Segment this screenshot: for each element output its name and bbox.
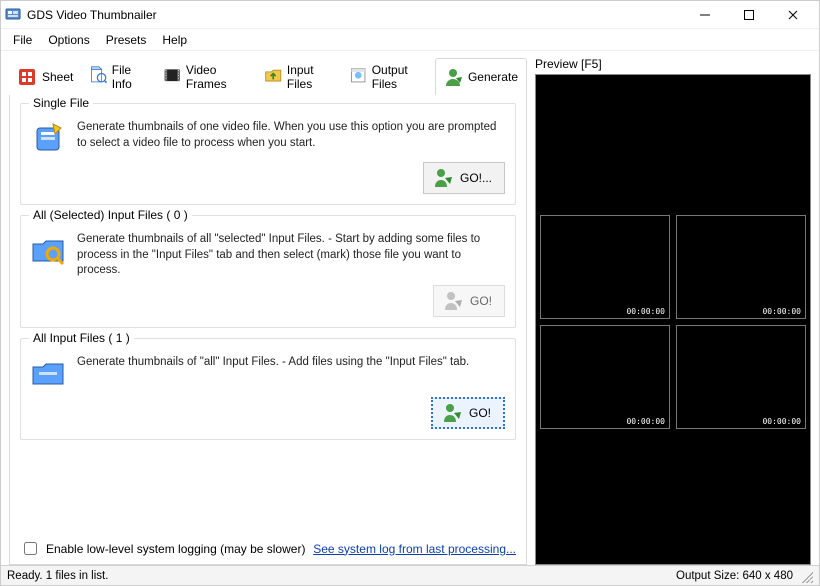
all-files-icon	[31, 355, 67, 391]
window-title: GDS Video Thumbnailer	[27, 8, 157, 22]
tab-file-info[interactable]: File Info	[82, 58, 156, 95]
preview-thumb: 00:00:00	[540, 325, 670, 429]
group-selected-files: All (Selected) Input Files ( 0 ) Generat…	[20, 215, 516, 328]
thumb-timestamp: 00:00:00	[626, 307, 665, 316]
preview-thumb: 00:00:00	[676, 325, 806, 429]
go-single-button[interactable]: GO!...	[423, 162, 505, 194]
tab-input-files-label: Input Files	[287, 63, 333, 91]
minimize-button[interactable]	[683, 1, 727, 29]
tab-sheet-label: Sheet	[42, 70, 73, 84]
single-file-icon	[31, 120, 67, 156]
menu-presets[interactable]: Presets	[98, 31, 155, 49]
thumb-timestamp: 00:00:00	[762, 307, 801, 316]
enable-logging-input[interactable]	[24, 542, 37, 555]
menubar: File Options Presets Help	[1, 29, 819, 51]
group-single-file-title: Single File	[29, 96, 93, 110]
tab-generate-label: Generate	[468, 70, 518, 84]
menu-file[interactable]: File	[5, 31, 40, 49]
tab-input-files[interactable]: Input Files	[257, 58, 342, 95]
status-left: Ready. 1 files in list.	[7, 570, 676, 582]
go-all-label: GO!	[469, 406, 491, 420]
group-all-files: All Input Files ( 1 ) Generate thumbnail…	[20, 338, 516, 440]
input-files-icon	[264, 66, 282, 88]
preview-thumb: 00:00:00	[676, 215, 806, 319]
tab-video-frames-label: Video Frames	[186, 63, 249, 91]
titlebar: GDS Video Thumbnailer	[1, 1, 819, 29]
run-icon	[432, 167, 454, 189]
enable-logging-label: Enable low-level system logging (may be …	[46, 542, 305, 556]
single-file-desc: Generate thumbnails of one video file. W…	[77, 120, 505, 151]
tab-output-files[interactable]: Output Files	[342, 58, 435, 95]
sheet-icon	[16, 66, 38, 88]
tab-file-info-label: File Info	[112, 63, 148, 91]
group-all-title: All Input Files ( 1 )	[29, 331, 134, 345]
tab-generate[interactable]: Generate	[435, 58, 527, 95]
preview-thumb: 00:00:00	[540, 215, 670, 319]
resize-grip-icon[interactable]	[799, 569, 813, 583]
generate-panel: Single File Generate thumbnails of one v…	[9, 95, 527, 565]
tab-video-frames[interactable]: Video Frames	[156, 58, 257, 95]
preview-area: 00:00:00, 0 bytes , 0 Kbps 0 x 0 00:00:0…	[535, 74, 811, 565]
all-files-desc: Generate thumbnails of "all" Input Files…	[77, 355, 505, 371]
menu-options[interactable]: Options	[40, 31, 97, 49]
go-selected-button[interactable]: GO!	[433, 285, 505, 317]
generate-icon	[442, 66, 464, 88]
thumb-timestamp: 00:00:00	[762, 417, 801, 426]
app-icon	[5, 7, 21, 23]
maximize-button[interactable]	[727, 1, 771, 29]
group-single-file: Single File Generate thumbnails of one v…	[20, 103, 516, 205]
go-all-button[interactable]: GO!	[431, 397, 505, 429]
thumb-timestamp: 00:00:00	[626, 417, 665, 426]
output-files-icon	[349, 66, 367, 88]
go-single-label: GO!...	[460, 171, 492, 185]
tab-output-files-label: Output Files	[372, 63, 426, 91]
enable-logging-checkbox[interactable]: Enable low-level system logging (may be …	[20, 539, 305, 558]
run-icon	[442, 290, 464, 312]
go-selected-label: GO!	[470, 294, 492, 308]
preview-label: Preview [F5]	[535, 57, 811, 74]
status-right: Output Size: 640 x 480	[676, 570, 793, 582]
video-frames-icon	[163, 66, 181, 88]
file-info-icon	[89, 66, 107, 88]
selected-files-desc: Generate thumbnails of all "selected" In…	[77, 232, 505, 279]
selected-files-icon	[31, 232, 67, 268]
group-selected-title: All (Selected) Input Files ( 0 )	[29, 208, 192, 222]
tab-sheet[interactable]: Sheet	[9, 58, 82, 95]
preview-thumb-grid: 00:00:00 00:00:00 00:00:00 00:00:00	[540, 215, 806, 429]
run-icon	[441, 402, 463, 424]
tabstrip: Sheet File Info Video Frames Input Files	[9, 57, 527, 95]
see-log-link[interactable]: See system log from last processing...	[313, 542, 516, 556]
statusbar: Ready. 1 files in list. Output Size: 640…	[1, 565, 819, 585]
menu-help[interactable]: Help	[154, 31, 195, 49]
close-button[interactable]	[771, 1, 815, 29]
